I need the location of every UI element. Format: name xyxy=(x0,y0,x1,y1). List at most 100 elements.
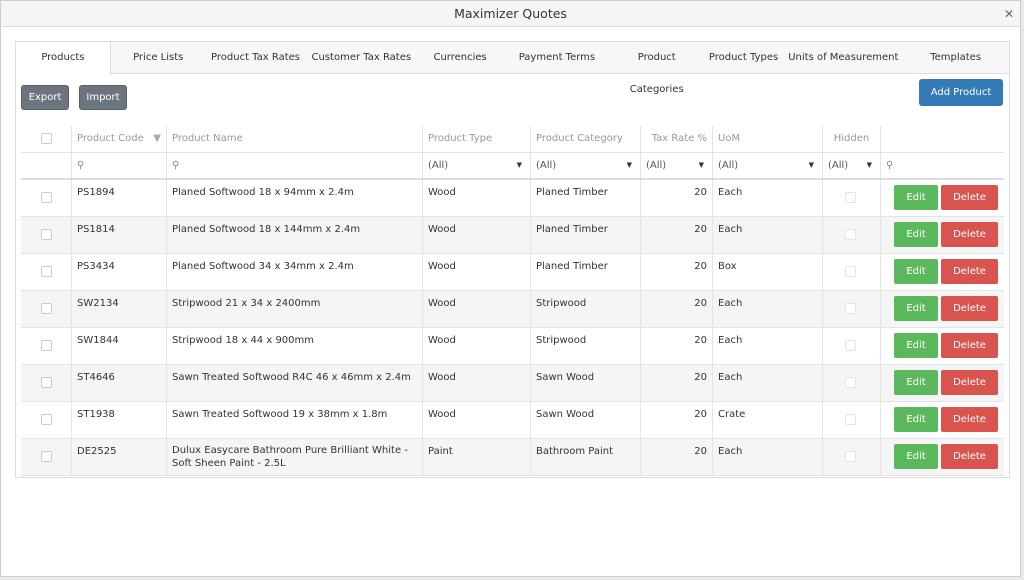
edit-button[interactable]: Edit xyxy=(894,185,938,210)
product-category: Planed Timber xyxy=(536,224,608,235)
product-category: Bathroom Paint xyxy=(536,446,614,457)
table-row: SW2134 Stripwood 21 x 34 x 2400mm Wood Stri… xyxy=(21,291,1004,328)
delete-button[interactable]: Delete xyxy=(941,407,998,432)
table-row: ST4646 Sawn Treated Softwood R4C 46 x 46m… xyxy=(21,365,1004,402)
tab-currencies[interactable]: Currencies xyxy=(417,42,503,74)
table-row: PS1894 Planed Softwood 18 x 94mm x 2.4m Wo… xyxy=(21,180,1004,217)
modal-window: Maximizer Quotes ✕ Products Price Lists Pr… xyxy=(0,0,1021,577)
filter-dropdown[interactable]: (All) xyxy=(536,160,556,171)
table-row: SW1844 Stripwood 18 x 44 x 900mm Wood Strip… xyxy=(21,328,1004,365)
chevron-down-icon[interactable]: ▼ xyxy=(867,153,872,178)
search-icon[interactable]: ⚲ xyxy=(886,160,893,171)
product-code: SW2134 xyxy=(77,298,119,309)
product-name: Stripwood 18 x 44 x 900mm xyxy=(172,335,315,346)
row-checkbox[interactable] xyxy=(41,414,52,425)
tab-product-types[interactable]: Product Types xyxy=(703,42,785,74)
delete-button[interactable]: Delete xyxy=(941,259,998,284)
tax-rate: 20 xyxy=(694,335,707,346)
uom: Each xyxy=(718,446,743,457)
product-name: Stripwood 21 x 34 x 2400mm xyxy=(172,298,321,309)
edit-button[interactable]: Edit xyxy=(894,296,938,321)
tab-payment-terms[interactable]: Payment Terms xyxy=(503,42,611,74)
product-type: Wood xyxy=(428,298,456,309)
chevron-down-icon[interactable]: ▼ xyxy=(809,153,814,178)
tab-product-tax-rates[interactable]: Product Tax Rates xyxy=(206,42,306,74)
row-checkbox[interactable] xyxy=(41,451,52,462)
edit-button[interactable]: Edit xyxy=(894,259,938,284)
select-all-checkbox[interactable] xyxy=(41,133,52,144)
chevron-down-icon[interactable]: ▼ xyxy=(627,153,632,178)
hidden-checkbox[interactable] xyxy=(845,229,856,240)
edit-button[interactable]: Edit xyxy=(894,407,938,432)
product-name: Sawn Treated Softwood 19 x 38mm x 1.8m xyxy=(172,409,388,420)
product-type: Wood xyxy=(428,335,456,346)
tab-price-lists[interactable]: Price Lists xyxy=(111,42,206,74)
delete-button[interactable]: Delete xyxy=(941,444,998,469)
product-type: Wood xyxy=(428,409,456,420)
hidden-checkbox[interactable] xyxy=(845,451,856,462)
delete-button[interactable]: Delete xyxy=(941,222,998,247)
filter-dropdown[interactable]: (All) xyxy=(828,160,848,171)
hidden-checkbox[interactable] xyxy=(845,266,856,277)
edit-button[interactable]: Edit xyxy=(894,222,938,247)
filter-dropdown[interactable]: (All) xyxy=(428,160,448,171)
uom: Each xyxy=(718,187,743,198)
delete-button[interactable]: Delete xyxy=(941,370,998,395)
modal-title: Maximizer Quotes xyxy=(1,1,1020,27)
product-type: Wood xyxy=(428,187,456,198)
column-header[interactable]: Hidden xyxy=(834,133,869,144)
row-checkbox[interactable] xyxy=(41,192,52,203)
product-code: ST1938 xyxy=(77,409,115,420)
import-button[interactable]: Import xyxy=(79,85,127,110)
close-icon[interactable]: ✕ xyxy=(1004,7,1014,21)
hidden-checkbox[interactable] xyxy=(845,414,856,425)
hidden-checkbox[interactable] xyxy=(845,377,856,388)
tab-product-categories[interactable]: Product Categories xyxy=(611,42,703,95)
filter-icon[interactable]: ▼ xyxy=(153,126,161,152)
product-category: Stripwood xyxy=(536,335,587,346)
tax-rate: 20 xyxy=(694,446,707,457)
hidden-checkbox[interactable] xyxy=(845,303,856,314)
column-header[interactable]: Product Type xyxy=(428,133,492,144)
product-category: Stripwood xyxy=(536,298,587,309)
tax-rate: 20 xyxy=(694,261,707,272)
chevron-down-icon[interactable]: ▼ xyxy=(517,153,522,178)
delete-button[interactable]: Delete xyxy=(941,296,998,321)
hidden-checkbox[interactable] xyxy=(845,340,856,351)
product-code: ST4646 xyxy=(77,372,115,383)
column-header[interactable]: Product Code xyxy=(77,133,144,144)
edit-button[interactable]: Edit xyxy=(894,370,938,395)
tab-products[interactable]: Products xyxy=(16,42,111,75)
tax-rate: 20 xyxy=(694,298,707,309)
export-button[interactable]: Export xyxy=(21,85,69,110)
row-checkbox[interactable] xyxy=(41,229,52,240)
search-icon[interactable]: ⚲ xyxy=(77,160,84,171)
filter-dropdown[interactable]: (All) xyxy=(646,160,666,171)
row-checkbox[interactable] xyxy=(41,340,52,351)
product-name: Sawn Treated Softwood R4C 46 x 46mm x 2.… xyxy=(172,372,411,383)
filter-dropdown[interactable]: (All) xyxy=(718,160,738,171)
tab-units-of-measurement[interactable]: Units of Measurement xyxy=(784,42,902,74)
row-checkbox[interactable] xyxy=(41,266,52,277)
tab-customer-tax-rates[interactable]: Customer Tax Rates xyxy=(305,42,417,74)
edit-button[interactable]: Edit xyxy=(894,444,938,469)
row-checkbox[interactable] xyxy=(41,303,52,314)
hidden-checkbox[interactable] xyxy=(845,192,856,203)
edit-button[interactable]: Edit xyxy=(894,333,938,358)
delete-button[interactable]: Delete xyxy=(941,333,998,358)
search-icon[interactable]: ⚲ xyxy=(172,160,179,171)
tax-rate: 20 xyxy=(694,224,707,235)
column-header[interactable]: UoM xyxy=(718,133,740,144)
column-header[interactable]: Product Category xyxy=(536,133,623,144)
product-name: Planed Softwood 34 x 34mm x 2.4m xyxy=(172,261,354,272)
column-header[interactable]: Tax Rate % xyxy=(652,133,707,144)
table-row: DE2525 Dulux Easycare Bathroom Pure Brill… xyxy=(21,439,1004,476)
product-code: PS1894 xyxy=(77,187,115,198)
product-type: Wood xyxy=(428,372,456,383)
add-product-button[interactable]: Add Product xyxy=(919,79,1003,106)
tab-templates[interactable]: Templates xyxy=(902,42,1009,74)
delete-button[interactable]: Delete xyxy=(941,185,998,210)
column-header[interactable]: Product Name xyxy=(172,133,243,144)
row-checkbox[interactable] xyxy=(41,377,52,388)
chevron-down-icon[interactable]: ▼ xyxy=(699,153,704,178)
